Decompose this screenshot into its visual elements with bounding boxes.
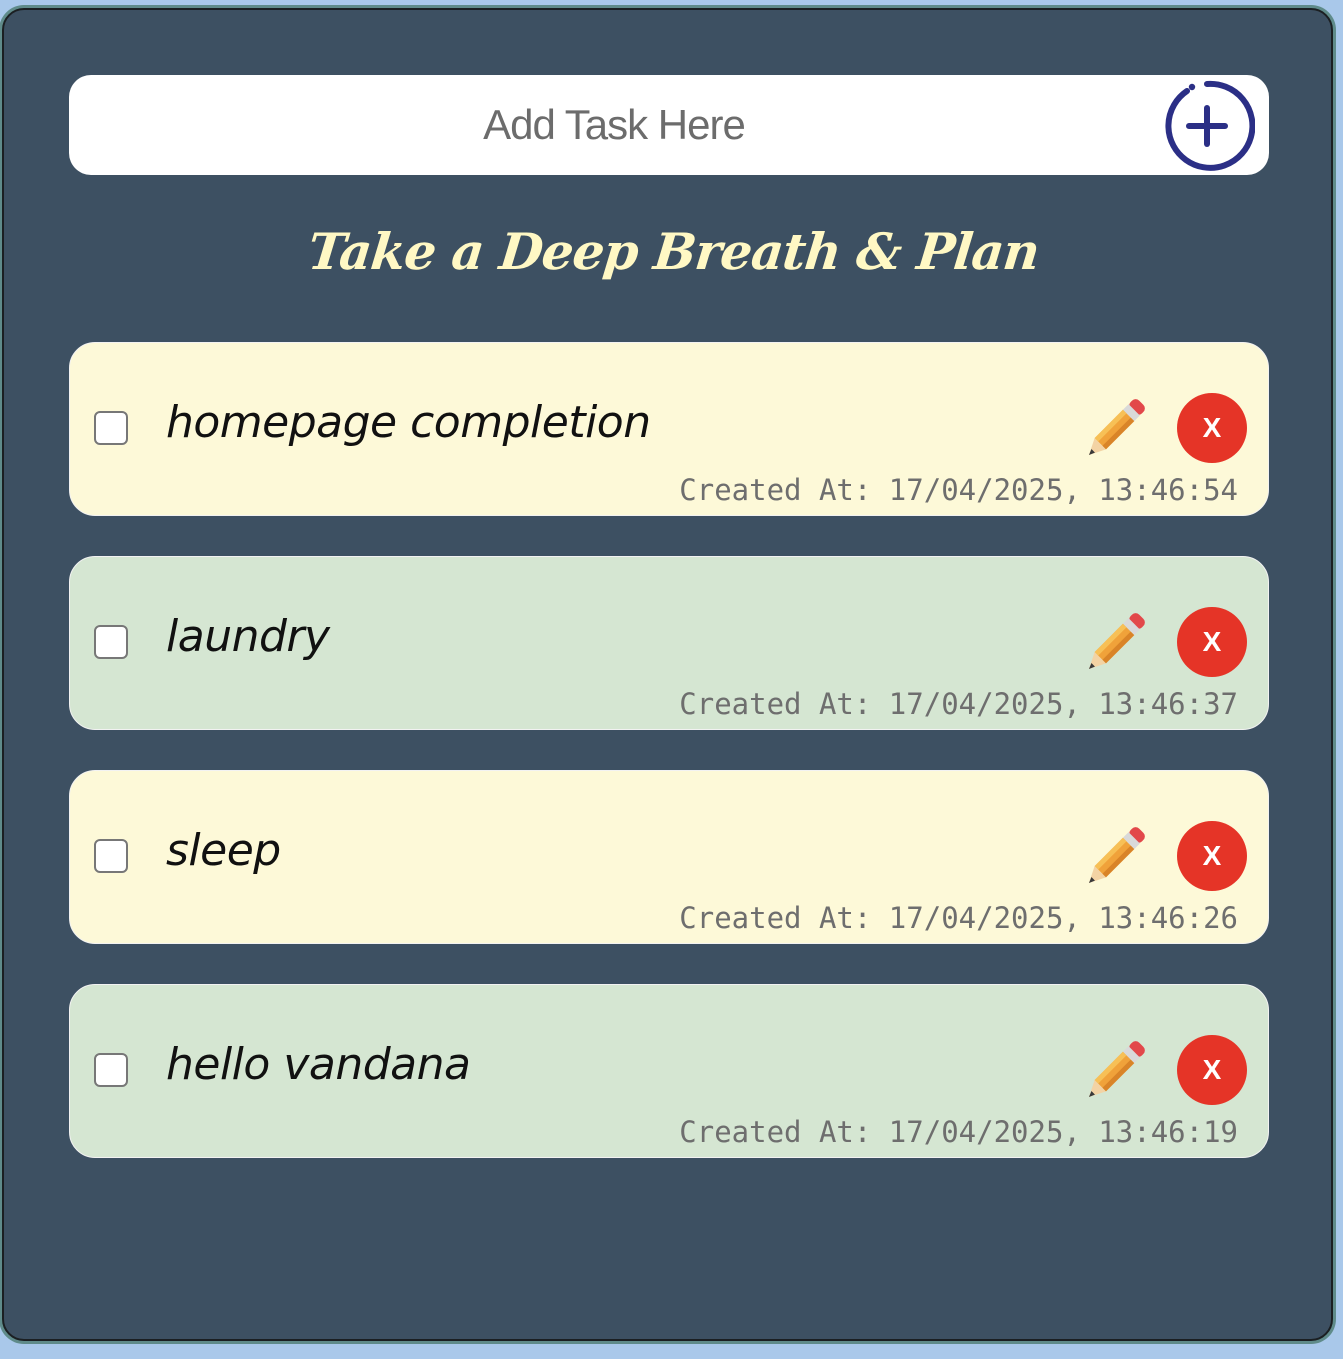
task-checkbox[interactable] (94, 625, 128, 659)
task-text: hello vandana (166, 1039, 471, 1090)
delete-task-button[interactable]: X (1177, 393, 1247, 463)
page-title: Take a Deep Breath & Plan (305, 222, 1042, 281)
task-timestamp: Created At: 17/04/2025, 13:46:54 (679, 473, 1238, 507)
delete-task-button[interactable]: X (1177, 821, 1247, 891)
task-list: homepage completion X Created At: 17/04/… (69, 342, 1269, 1198)
task-card: homepage completion X Created At: 17/04/… (69, 342, 1269, 516)
edit-task-button[interactable] (1075, 821, 1151, 897)
task-timestamp: Created At: 17/04/2025, 13:46:37 (679, 687, 1238, 721)
task-checkbox[interactable] (94, 1053, 128, 1087)
plus-circle-icon (1165, 80, 1255, 171)
task-text: sleep (166, 825, 281, 876)
pencil-icon (1088, 399, 1145, 456)
task-card: sleep X Created At: 17/04/2025, 13:46:26 (69, 770, 1269, 944)
task-text: homepage completion (166, 397, 651, 448)
add-task-bar (69, 75, 1269, 175)
delete-task-button[interactable]: X (1177, 1035, 1247, 1105)
task-card: hello vandana X Created At: 17/04/2025, … (69, 984, 1269, 1158)
pencil-icon (1088, 827, 1145, 884)
app-frame: Take a Deep Breath & Plan homepage compl… (2, 8, 1333, 1341)
task-timestamp: Created At: 17/04/2025, 13:46:26 (679, 901, 1238, 935)
task-text: laundry (166, 611, 330, 662)
task-checkbox[interactable] (94, 411, 128, 445)
edit-task-button[interactable] (1075, 1035, 1151, 1111)
task-checkbox[interactable] (94, 839, 128, 873)
task-timestamp: Created At: 17/04/2025, 13:46:19 (679, 1115, 1238, 1149)
delete-task-button[interactable]: X (1177, 607, 1247, 677)
edit-task-button[interactable] (1075, 393, 1151, 469)
add-task-button[interactable] (1159, 78, 1255, 174)
pencil-icon (1088, 613, 1145, 670)
task-card: laundry X Created At: 17/04/2025, 13:46:… (69, 556, 1269, 730)
edit-task-button[interactable] (1075, 607, 1151, 683)
add-task-input[interactable] (89, 75, 1139, 175)
pencil-icon (1088, 1041, 1145, 1098)
